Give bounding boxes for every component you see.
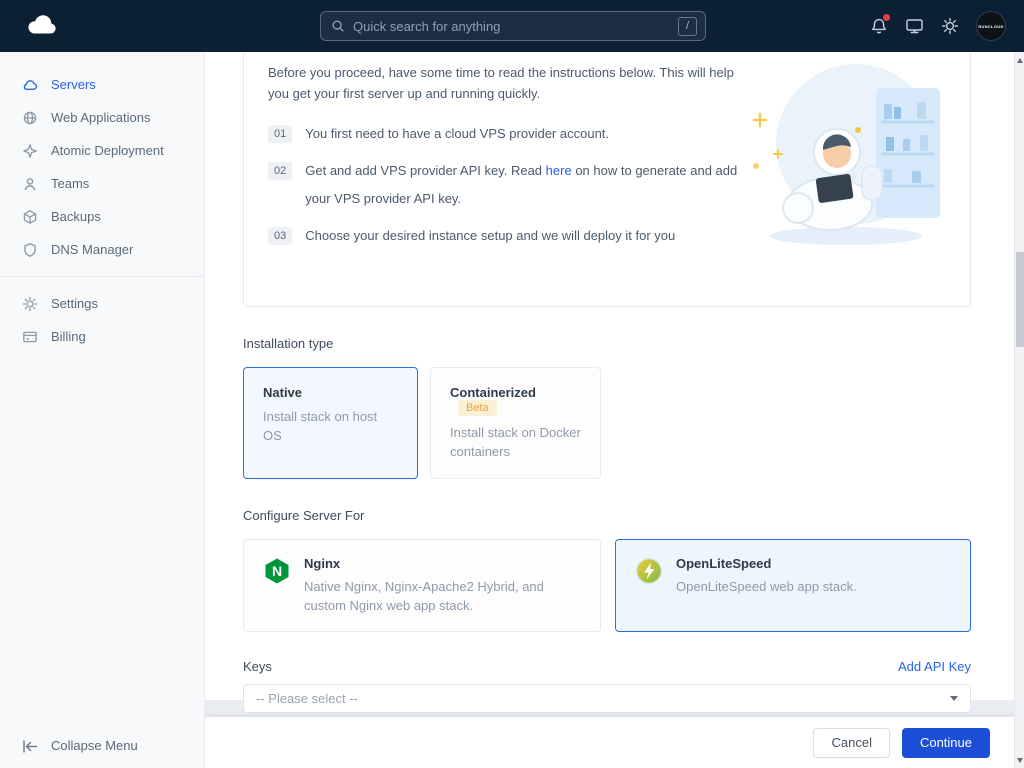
sidebar-item-label: Backups (51, 209, 101, 224)
sidebar: Servers Web Applications Atomic Deployme… (0, 52, 205, 768)
openlitespeed-logo-icon (635, 557, 663, 588)
sidebar-item-settings[interactable]: Settings (0, 287, 204, 320)
keys-select-value: -- Please select -- (256, 691, 358, 706)
sidebar-item-label: Atomic Deployment (51, 143, 164, 158)
credit-card-icon (22, 329, 38, 345)
sidebar-item-atomic-deployment[interactable]: Atomic Deployment (0, 134, 204, 167)
svg-text:N: N (272, 563, 282, 579)
sidebar-item-billing[interactable]: Billing (0, 320, 204, 353)
configure-server-label: Configure Server For (243, 508, 971, 523)
here-link[interactable]: here (546, 163, 572, 178)
server-option-nginx[interactable]: N Nginx Native Nginx, Nginx-Apache2 Hybr… (243, 539, 601, 632)
sparkle-icon (22, 143, 38, 159)
runcloud-logo-icon[interactable] (24, 15, 60, 40)
keys-header: Keys Add API Key (243, 659, 971, 674)
server-option-openlitespeed[interactable]: OpenLiteSpeed OpenLiteSpeed web app stac… (615, 539, 971, 632)
sidebar-item-servers[interactable]: Servers (0, 68, 204, 101)
option-title: OpenLiteSpeed (676, 556, 857, 571)
slash-shortcut-icon: / (678, 17, 697, 36)
search-input[interactable] (353, 19, 678, 34)
option-title: Containerized Beta (450, 385, 581, 416)
shield-icon (22, 242, 38, 258)
notification-dot (883, 14, 890, 21)
step-number: 02 (268, 162, 292, 180)
installation-option-native[interactable]: Native Install stack on host OS (243, 367, 418, 479)
sidebar-item-label: Web Applications (51, 110, 151, 125)
footer-bar: Cancel Continue (205, 717, 1014, 768)
beta-badge: Beta (458, 400, 497, 416)
global-search: / (320, 11, 706, 41)
installation-type-label: Installation type (243, 336, 971, 351)
collapse-arrow-icon (22, 738, 38, 754)
sidebar-item-backups[interactable]: Backups (0, 200, 204, 233)
option-title-text: Containerized (450, 385, 536, 400)
server-option-text: Nginx Native Nginx, Nginx-Apache2 Hybrid… (304, 556, 581, 615)
avatar[interactable]: RUNCLOUD (976, 11, 1006, 41)
instructions-intro: Before you proceed, have some time to re… (268, 62, 748, 104)
step-text: Get and add VPS provider API key. Read h… (305, 157, 740, 213)
notifications-bell-icon[interactable] (870, 17, 888, 35)
sidebar-item-label: DNS Manager (51, 242, 133, 257)
installation-option-containerized[interactable]: Containerized Beta Install stack on Dock… (430, 367, 601, 479)
sidebar-item-label: Teams (51, 176, 89, 191)
step-number: 03 (268, 227, 292, 245)
scroll-down-arrow-icon[interactable] (1015, 754, 1024, 766)
vertical-scrollbar[interactable] (1014, 52, 1024, 768)
sidebar-item-label: Billing (51, 329, 86, 344)
step-text-before: Get and add VPS provider API key. Read (305, 163, 542, 178)
server-option-text: OpenLiteSpeed OpenLiteSpeed web app stac… (676, 556, 857, 596)
instructions-card: Before you proceed, have some time to re… (243, 52, 971, 307)
nginx-logo-icon: N (263, 557, 291, 588)
keys-label: Keys (243, 659, 272, 674)
option-desc: Install stack on host OS (263, 407, 398, 445)
main-content: Before you proceed, have some time to re… (205, 52, 1014, 700)
console-icon[interactable] (905, 17, 924, 35)
option-desc: OpenLiteSpeed web app stack. (676, 577, 857, 596)
globe-icon (22, 110, 38, 126)
user-icon (22, 176, 38, 192)
topbar-actions: RUNCLOUD (870, 0, 1006, 52)
installation-type-options: Native Install stack on host OS Containe… (243, 367, 971, 479)
sidebar-item-web-applications[interactable]: Web Applications (0, 101, 204, 134)
sidebar-item-dns-manager[interactable]: DNS Manager (0, 233, 204, 266)
keys-select[interactable]: -- Please select -- (243, 684, 971, 713)
option-title: Native (263, 385, 398, 400)
collapse-menu-button[interactable]: Collapse Menu (0, 729, 204, 762)
step-text: Choose your desired instance setup and w… (305, 222, 675, 250)
topbar: / RUNCLOUD (0, 0, 1024, 52)
option-desc: Native Nginx, Nginx-Apache2 Hybrid, and … (304, 577, 581, 615)
sidebar-item-teams[interactable]: Teams (0, 167, 204, 200)
scrollbar-thumb[interactable] (1016, 252, 1024, 347)
astronaut-illustration (724, 54, 962, 263)
search-icon (331, 19, 345, 33)
sidebar-item-label: Servers (51, 77, 96, 92)
gear-icon (22, 296, 38, 312)
cube-icon (22, 209, 38, 225)
cancel-button[interactable]: Cancel (813, 728, 889, 758)
step-number: 01 (268, 125, 292, 143)
sidebar-item-label: Settings (51, 296, 98, 311)
chevron-down-icon (950, 696, 958, 701)
option-title: Nginx (304, 556, 581, 571)
add-api-key-link[interactable]: Add API Key (898, 659, 971, 674)
gear-icon[interactable] (941, 17, 959, 35)
cloud-icon (22, 77, 38, 93)
configure-server-options: N Nginx Native Nginx, Nginx-Apache2 Hybr… (243, 539, 971, 632)
collapse-menu-label: Collapse Menu (51, 738, 138, 753)
option-desc: Install stack on Docker containers (450, 423, 581, 461)
continue-button[interactable]: Continue (902, 728, 990, 758)
scroll-up-arrow-icon[interactable] (1015, 54, 1024, 66)
sidebar-divider (0, 276, 204, 277)
step-text: You first need to have a cloud VPS provi… (305, 120, 609, 148)
